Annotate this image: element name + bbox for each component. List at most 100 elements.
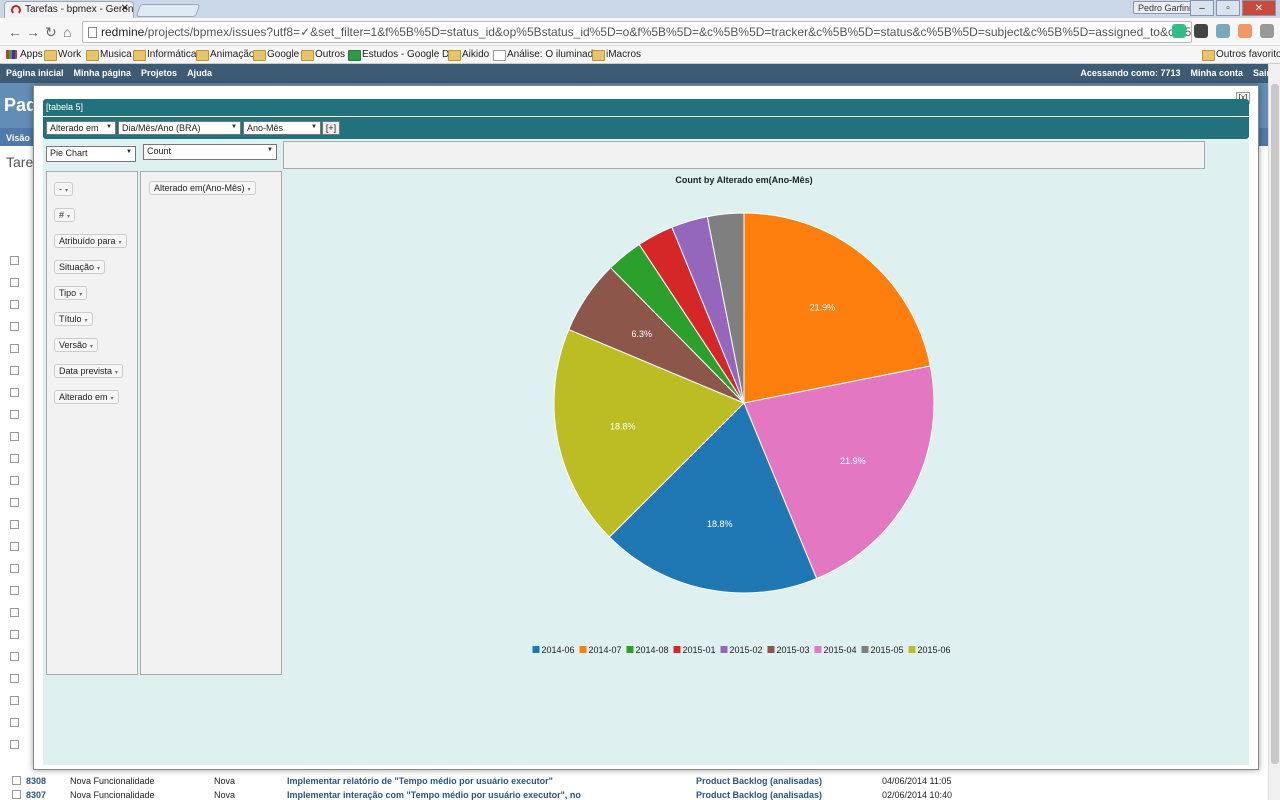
my-page-link[interactable]: Minha página [74, 68, 132, 78]
attribute-pill[interactable]: Situação ▾ [54, 260, 106, 274]
window-close-icon[interactable]: ✕ [1242, 0, 1276, 16]
bookmark-folder[interactable]: Aikido [448, 49, 489, 61]
row-checkbox[interactable] [10, 608, 19, 617]
slice-data-label: 18.8% [610, 422, 636, 432]
legend-label: 2015-02 [730, 645, 763, 655]
row-checkbox[interactable] [10, 278, 19, 287]
browser-tab[interactable]: Tarefas - bpmex - Gerenc ✕ [4, 1, 134, 18]
attribute-pill[interactable]: Tipo ▾ [54, 286, 88, 300]
row-attribute-pill[interactable]: Alterado em(Ano-Mês) ▾ [149, 181, 256, 195]
attribute-pill[interactable]: Versão ▾ [54, 338, 99, 352]
maximize-icon[interactable]: ▫ [1216, 0, 1240, 16]
attribute-pill[interactable]: Atribuído para ▾ [54, 234, 127, 248]
pill-label: # [59, 210, 65, 220]
row-checkbox[interactable] [10, 410, 19, 419]
bookmark-folder[interactable]: Work [44, 49, 81, 61]
issue-status: Nova [214, 776, 236, 786]
table-row[interactable]: 8308 Nova Funcionalidade Nova Implementa… [0, 774, 960, 788]
issue-subject[interactable]: Implementar interação com "Tempo médio p… [287, 790, 581, 800]
pill-label: Situação [59, 262, 95, 272]
bookmark-folder[interactable]: iMacros [592, 49, 641, 61]
row-checkbox[interactable] [10, 454, 19, 463]
help-link[interactable]: Ajuda [187, 68, 212, 78]
pill-label: Atribuído para [59, 236, 116, 246]
column-select[interactable]: Alterado em [46, 121, 116, 135]
issue-tracker: Nova Funcionalidade [70, 776, 155, 786]
row-checkbox[interactable] [10, 476, 19, 485]
home-link[interactable]: Página inicial [6, 68, 64, 78]
bookmark-sheet[interactable]: Estudos - Google D... [348, 49, 458, 61]
browser-user-chip[interactable]: Pedro Garfini [1132, 1, 1196, 14]
bookmark-other[interactable]: Outros favoritos [1202, 49, 1280, 61]
pie-chart-area: Count by Alterado em(Ano-Mês) 21.9% 21.9%… [283, 169, 1205, 765]
issue-subject[interactable]: Implementar relatório de "Tempo médio po… [287, 776, 553, 786]
minimize-icon[interactable]: – [1190, 0, 1214, 16]
row-checkbox[interactable] [10, 696, 19, 705]
back-icon[interactable]: ← [8, 24, 22, 40]
bookmark-folder[interactable]: Animação [196, 49, 254, 61]
menu-overview[interactable]: Visão [6, 133, 30, 143]
row-checkbox[interactable] [10, 322, 19, 331]
bookmark-folder[interactable]: Informática [133, 49, 196, 61]
slice-data-label: 6.3% [631, 329, 652, 339]
row-checkbox[interactable] [10, 256, 19, 265]
row-checkbox[interactable] [10, 718, 19, 727]
issue-id[interactable]: 8307 [26, 790, 46, 800]
table-row[interactable]: 8307 Nova Funcionalidade Nova Implementa… [0, 788, 960, 800]
dropdown-arrow-icon: ▾ [67, 214, 71, 220]
row-checkbox[interactable] [10, 432, 19, 441]
renderer-select[interactable]: Pie Chart [46, 146, 136, 162]
issue-id[interactable]: 8308 [26, 776, 46, 786]
home-icon[interactable]: ⌂ [63, 24, 71, 40]
tab-close-icon[interactable]: ✕ [121, 3, 129, 14]
bookmark-folder[interactable]: Outros [301, 49, 345, 61]
attribute-pill[interactable]: Data prevista ▾ [54, 364, 124, 378]
slice-data-label: 18.8% [707, 519, 733, 529]
bookmark-page[interactable]: Análise: O iluminad... [493, 49, 602, 61]
row-checkbox[interactable] [10, 520, 19, 529]
menu-icon[interactable] [1260, 24, 1274, 38]
projects-link[interactable]: Projetos [141, 68, 177, 78]
extension-icon[interactable] [1216, 24, 1230, 38]
row-checkbox[interactable] [10, 366, 19, 375]
issue-version[interactable]: Product Backlog (analisadas) [696, 776, 822, 786]
row-checkbox[interactable] [12, 790, 21, 799]
extension-icon[interactable] [1194, 24, 1208, 38]
bookmark-star-icon[interactable] [1172, 24, 1186, 38]
row-checkbox[interactable] [10, 586, 19, 595]
row-checkbox[interactable] [10, 300, 19, 309]
row-checkbox[interactable] [10, 674, 19, 683]
date-grouping-select[interactable]: Ano-Mês [243, 121, 321, 135]
bookmark-folder[interactable]: Musica [86, 49, 132, 61]
issue-date: 02/06/2014 10:40 [882, 790, 953, 800]
forward-icon[interactable]: → [26, 24, 40, 40]
row-checkbox[interactable] [10, 388, 19, 397]
extension-icon[interactable] [1238, 24, 1252, 38]
row-checkbox[interactable] [10, 498, 19, 507]
attribute-pill[interactable]: # ▾ [54, 208, 76, 222]
row-checkbox[interactable] [10, 542, 19, 551]
my-account-link[interactable]: Minha conta [1190, 68, 1243, 78]
attribute-pill[interactable]: - ▾ [54, 182, 74, 196]
add-column-button[interactable]: [+] [322, 121, 340, 135]
new-tab-button[interactable] [135, 4, 201, 17]
aggregator-select[interactable]: Count [143, 144, 277, 160]
row-checkbox[interactable] [10, 740, 19, 749]
bookmark-apps[interactable]: Apps [6, 49, 43, 60]
bookmark-folder[interactable]: Google [253, 49, 299, 61]
page-scrollbar[interactable] [1268, 64, 1280, 800]
row-checkbox[interactable] [10, 344, 19, 353]
date-format-select[interactable]: Dia/Mês/Ano (BRA) [118, 121, 241, 135]
legend-label: 2014-06 [542, 645, 575, 655]
scrollbar-thumb[interactable] [1271, 84, 1279, 764]
reload-icon[interactable]: ↻ [45, 24, 57, 41]
row-checkbox[interactable] [10, 652, 19, 661]
legend-swatch [626, 646, 634, 653]
row-checkbox[interactable] [12, 776, 21, 785]
attribute-pill[interactable]: Título ▾ [54, 312, 93, 326]
attribute-pill[interactable]: Alterado em ▾ [54, 390, 119, 404]
row-checkbox[interactable] [10, 564, 19, 573]
address-bar[interactable]: redmine/projects/bpmex/issues?utf8=✓&set… [82, 21, 1192, 43]
issue-version[interactable]: Product Backlog (analisadas) [696, 790, 822, 800]
row-checkbox[interactable] [10, 630, 19, 639]
